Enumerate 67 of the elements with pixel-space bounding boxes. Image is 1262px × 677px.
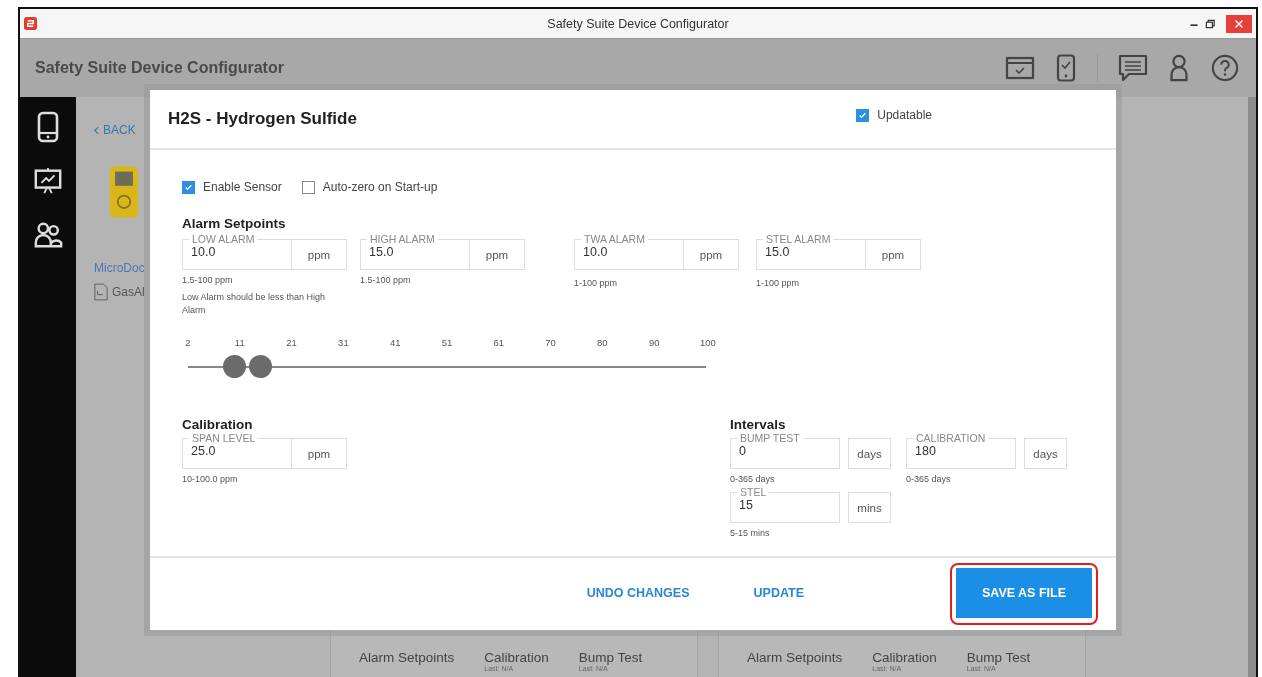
tick-label: 41 bbox=[389, 337, 402, 348]
tick-label: 70 bbox=[544, 337, 557, 348]
unit-label: mins bbox=[848, 492, 891, 523]
section-heading: Intervals bbox=[730, 417, 787, 432]
unit-label: ppm bbox=[292, 438, 347, 469]
hint-text: 1-100 ppm bbox=[756, 277, 801, 290]
action-link-button[interactable]: UPDATE bbox=[747, 585, 810, 601]
help-icon[interactable] bbox=[1210, 54, 1240, 82]
tick-label: 80 bbox=[596, 337, 609, 348]
chevron-left-icon bbox=[94, 125, 99, 135]
number-field[interactable]: STEL ALARM 15.0 bbox=[756, 233, 866, 270]
scrollbar[interactable] bbox=[1248, 97, 1256, 677]
card-heading: Calibration bbox=[872, 650, 937, 665]
option-checkbox[interactable]: Enable Sensor bbox=[182, 180, 282, 194]
tick-label: 11 bbox=[233, 337, 246, 348]
card-heading: Bump Test bbox=[578, 650, 643, 665]
hint-text: 1.5-100 ppm bbox=[182, 274, 234, 287]
restore-icon[interactable] bbox=[1204, 17, 1216, 30]
number-field[interactable]: LOW ALARM 10.0 bbox=[182, 233, 292, 270]
phone-check-icon[interactable] bbox=[1055, 54, 1077, 82]
unit-label: ppm bbox=[684, 239, 739, 270]
section-heading: Calibration bbox=[182, 417, 254, 432]
unit-label: ppm bbox=[292, 239, 347, 270]
tick-label: 51 bbox=[441, 337, 453, 348]
unit-label: ppm bbox=[866, 239, 921, 270]
user-icon[interactable] bbox=[1168, 54, 1190, 82]
app-logo-icon bbox=[24, 17, 37, 30]
unit-label: days bbox=[848, 438, 891, 469]
hint-text: 1.5-100 ppm bbox=[360, 274, 412, 287]
tick-label: 61 bbox=[492, 337, 505, 348]
card-heading: Alarm Setpoints bbox=[747, 650, 843, 665]
number-field[interactable]: CALIBRATION 180 bbox=[906, 432, 1016, 469]
tick-label: 2 bbox=[184, 337, 192, 348]
tick-label: 31 bbox=[337, 337, 350, 348]
hint-text: 1-100 ppm bbox=[574, 277, 619, 290]
unit-label: ppm bbox=[470, 239, 525, 270]
action-link-button[interactable]: UNDO CHANGES bbox=[580, 585, 696, 601]
tick-label: 21 bbox=[285, 337, 298, 348]
app-title: Safety Suite Device Configurator bbox=[35, 59, 284, 77]
hint-text: 10-100.0 ppm bbox=[182, 473, 239, 486]
card-heading: Bump Test bbox=[966, 650, 1031, 665]
file-name[interactable]: GasAl bbox=[112, 285, 145, 299]
section-heading: Alarm Setpoints bbox=[182, 216, 287, 231]
unit-label: days bbox=[1024, 438, 1067, 469]
card-heading: Alarm Setpoints bbox=[359, 650, 455, 665]
hint-text: 5-15 mins bbox=[730, 527, 771, 540]
file-icon bbox=[94, 283, 108, 301]
option-checkbox[interactable]: Auto-zero on Start-up bbox=[301, 180, 438, 194]
card-heading: Calibration bbox=[484, 650, 549, 665]
slider-thumb[interactable] bbox=[223, 355, 247, 378]
slider-thumb[interactable] bbox=[249, 355, 272, 378]
number-field[interactable]: HIGH ALARM 15.0 bbox=[360, 233, 470, 270]
gas-detector-drawing bbox=[108, 163, 140, 221]
dialog-title: H2S - Hydrogen Sulfide bbox=[168, 109, 357, 129]
window-title: Safety Suite Device Configurator bbox=[547, 16, 729, 31]
number-field[interactable]: TWA ALARM 10.0 bbox=[574, 233, 684, 270]
number-field[interactable]: BUMP TEST 0 bbox=[730, 432, 840, 469]
hint-text: 0-365 days bbox=[906, 473, 952, 486]
window-check-icon[interactable] bbox=[1005, 54, 1035, 82]
hint-text: 0-365 days bbox=[730, 473, 776, 486]
number-field[interactable]: SPAN LEVEL 25.0 bbox=[182, 432, 292, 469]
tick-label: 90 bbox=[648, 337, 661, 348]
number-field[interactable]: STEL 15 bbox=[730, 486, 840, 523]
chat-icon[interactable] bbox=[1118, 54, 1148, 82]
close-icon[interactable] bbox=[1226, 14, 1252, 33]
updatable-checkbox[interactable]: Updatable bbox=[856, 108, 932, 122]
hint-text: Low Alarm should be less than High Alarm bbox=[182, 291, 327, 317]
